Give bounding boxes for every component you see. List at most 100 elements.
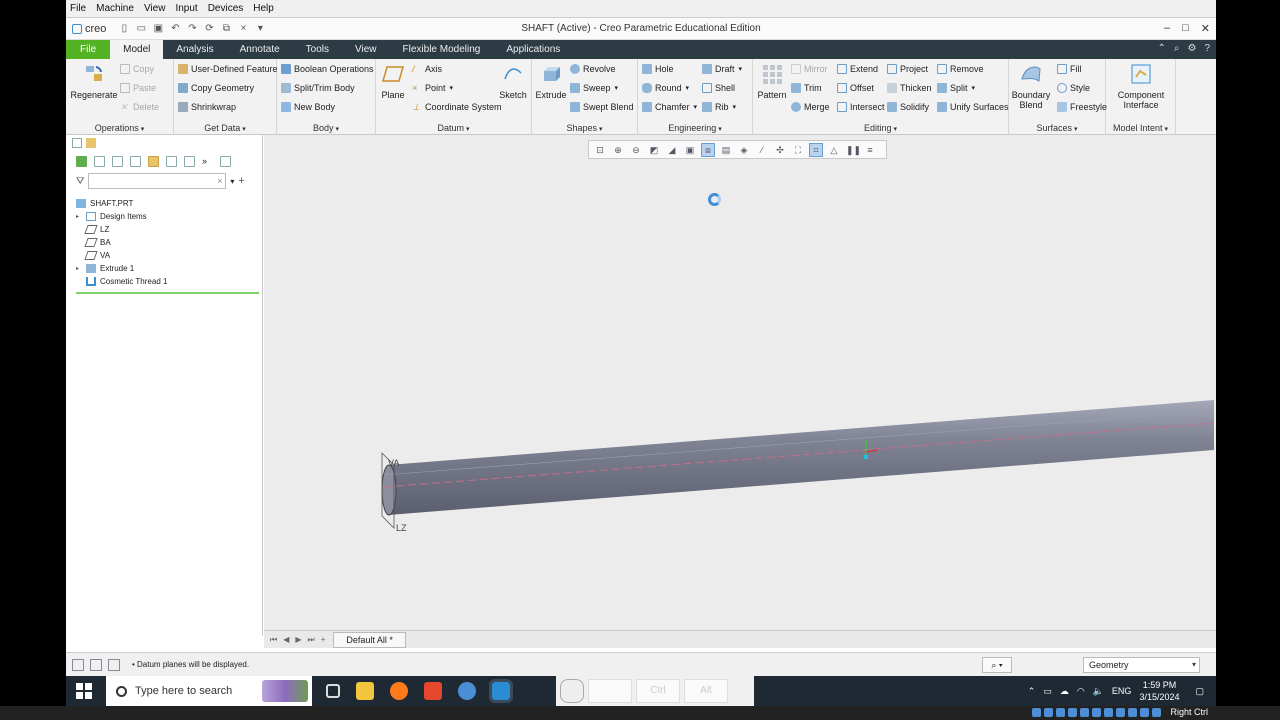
paste-button[interactable]: Paste: [120, 83, 156, 93]
extrude-button[interactable]: Extrude: [534, 63, 568, 100]
fill-button[interactable]: Fill: [1057, 64, 1082, 74]
round-dropdown-icon[interactable]: ▾: [686, 84, 690, 92]
udf-button[interactable]: User-Defined Feature: [178, 64, 278, 74]
toggle-navigator-icon[interactable]: [72, 658, 84, 671]
last-tab-icon[interactable]: ⏭: [308, 635, 315, 645]
minimize-icon[interactable]: –: [1164, 22, 1170, 35]
tray-cloud-icon[interactable]: ☁: [1060, 686, 1069, 697]
vm-menu-machine[interactable]: Machine: [96, 3, 134, 14]
editing-group-label[interactable]: Editing: [753, 123, 1008, 133]
plane-button[interactable]: Plane: [380, 63, 406, 100]
tree-filter-view-icon[interactable]: [130, 155, 141, 167]
notifications-icon[interactable]: ▢: [1195, 686, 1204, 697]
merge-button[interactable]: Merge: [791, 102, 830, 112]
split-dropdown-icon[interactable]: ▾: [972, 84, 976, 92]
tree-item-ba[interactable]: BA: [76, 236, 262, 249]
full-screen-icon[interactable]: [108, 658, 120, 671]
chamfer-dropdown-icon[interactable]: ▾: [694, 103, 698, 111]
tree-search-input[interactable]: ×: [88, 173, 227, 189]
hole-button[interactable]: Hole: [642, 64, 674, 74]
file-explorer-icon[interactable]: [356, 682, 374, 700]
delete-button[interactable]: ✕ Delete: [120, 102, 159, 112]
coordinate-system-button[interactable]: ⊥ Coordinate System: [412, 102, 502, 112]
creo-app-icon[interactable]: [489, 679, 513, 703]
point-button[interactable]: × Point ▾: [412, 83, 453, 93]
search-dropdown-icon[interactable]: ▾: [230, 177, 234, 186]
next-tab-icon[interactable]: ▶: [295, 635, 301, 645]
close-icon[interactable]: ✕: [1201, 22, 1210, 35]
expand-chevron-icon[interactable]: ▸: [76, 265, 86, 272]
tree-item-lz[interactable]: LZ: [76, 223, 262, 236]
selection-filter-dropdown[interactable]: Geometry: [1083, 657, 1200, 673]
sketch-button[interactable]: Sketch: [498, 63, 528, 100]
add-tab-icon[interactable]: +: [321, 635, 326, 645]
draft-button[interactable]: Draft ▾: [702, 64, 742, 74]
offset-button[interactable]: Offset: [837, 83, 874, 93]
sort-icon[interactable]: [166, 155, 177, 167]
style-button[interactable]: Style: [1057, 83, 1090, 93]
brave-icon[interactable]: [424, 682, 442, 700]
chamfer-button[interactable]: Chamfer ▾: [642, 102, 697, 112]
operations-group-label[interactable]: Operations: [66, 123, 173, 133]
prev-tab-icon[interactable]: ◀: [283, 635, 289, 645]
tab-tools[interactable]: Tools: [293, 40, 342, 59]
toggle-browser-icon[interactable]: [90, 658, 102, 671]
tray-network-icon[interactable]: ▭: [1043, 686, 1052, 697]
vm-menu-devices[interactable]: Devices: [208, 3, 244, 14]
tab-annotate[interactable]: Annotate: [227, 40, 293, 59]
regenerate-button[interactable]: Regenerate: [70, 63, 118, 100]
tray-language[interactable]: ENG: [1112, 686, 1132, 696]
expand-chevron-icon[interactable]: ▸: [76, 213, 86, 220]
round-button[interactable]: Round ▾: [642, 83, 689, 93]
rib-dropdown-icon[interactable]: ▾: [733, 103, 737, 111]
tree-columns-icon[interactable]: [94, 155, 105, 167]
project-button[interactable]: Project: [887, 64, 928, 74]
regenerate-small-icon[interactable]: ⟳: [203, 23, 215, 35]
boolean-operations-button[interactable]: Boolean Operations: [281, 64, 374, 74]
boundary-blend-button[interactable]: Boundary Blend: [1011, 63, 1051, 110]
tab-model[interactable]: Model: [110, 40, 164, 59]
vm-menu-file[interactable]: File: [70, 3, 86, 14]
thicken-button[interactable]: Thicken: [887, 83, 932, 93]
draft-dropdown-icon[interactable]: ▾: [739, 65, 743, 73]
windows-icon[interactable]: ⧉: [220, 23, 232, 35]
folder-browser-tab-icon[interactable]: [86, 138, 96, 148]
split-button[interactable]: Split ▾: [937, 83, 975, 93]
tree-list-icon[interactable]: [112, 155, 123, 167]
firefox-icon[interactable]: [390, 682, 408, 700]
intersect-button[interactable]: Intersect: [837, 102, 885, 112]
filter-funnel-icon[interactable]: ⛛: [76, 176, 84, 187]
trim-button[interactable]: Trim: [791, 83, 822, 93]
pattern-button[interactable]: Pattern: [755, 63, 789, 100]
search-icon[interactable]: ⌕: [1174, 43, 1180, 54]
find-tool-button[interactable]: ⌕ ▾: [982, 657, 1012, 673]
new-body-button[interactable]: New Body: [281, 102, 335, 112]
vm-menu-input[interactable]: Input: [175, 3, 197, 14]
collapse-ribbon-icon[interactable]: ⌃: [1157, 43, 1165, 54]
first-tab-icon[interactable]: ⏮: [270, 635, 277, 645]
get-data-group-label[interactable]: Get Data: [174, 123, 276, 133]
tray-wifi-icon[interactable]: ◠: [1077, 686, 1085, 697]
new-file-icon[interactable]: ▯: [118, 23, 130, 35]
redo-icon[interactable]: ↷: [186, 23, 198, 35]
revolve-button[interactable]: Revolve: [570, 64, 616, 74]
extend-button[interactable]: Extend: [837, 64, 878, 74]
tree-settings-icon[interactable]: [184, 155, 195, 167]
mirror-button[interactable]: Mirror: [791, 64, 828, 74]
swept-blend-button[interactable]: Swept Blend: [570, 102, 634, 112]
maximize-icon[interactable]: □: [1182, 22, 1189, 35]
default-all-tab[interactable]: Default All *: [333, 631, 406, 648]
tray-chevron-icon[interactable]: ⌃: [1028, 686, 1036, 697]
save-icon[interactable]: ▣: [152, 23, 164, 35]
remove-button[interactable]: Remove: [937, 64, 984, 74]
graphics-area[interactable]: ⊡ ⊕ ⊖ ◩ ◢ ▣ ⧈ ▤ ◈ ⁄ ✣ ⛶ ⌗ △ ❚❚ ≡ VA LZ: [264, 135, 1216, 630]
engineering-group-label[interactable]: Engineering: [638, 123, 752, 133]
axis-button[interactable]: / Axis: [412, 64, 442, 74]
tab-file[interactable]: File: [66, 40, 111, 59]
task-view-icon[interactable]: [326, 684, 340, 698]
model-intent-group-label[interactable]: Model Intent: [1106, 123, 1175, 133]
solidify-button[interactable]: Solidify: [887, 102, 929, 112]
tree-extra-icon[interactable]: [220, 155, 231, 167]
customize-qat-icon[interactable]: ▾: [254, 23, 266, 35]
surfaces-group-label[interactable]: Surfaces: [1009, 123, 1105, 133]
